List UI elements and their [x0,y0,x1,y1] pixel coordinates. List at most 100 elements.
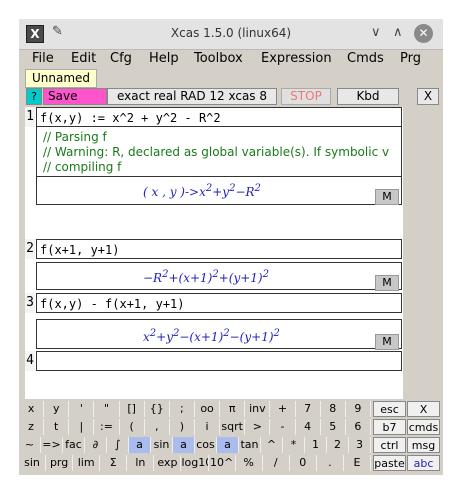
keyboard-key[interactable]: 6 [345,419,371,435]
close-window-button[interactable]: ✕ [414,24,433,43]
keyboard-key[interactable]: cos [195,437,217,453]
keyboard-side-key[interactable]: ctrl [373,437,406,453]
keyboard-key[interactable]: tan [239,437,261,453]
keyboard-key[interactable]: % [235,455,263,471]
level-input[interactable]: f(x+1, y+1) [36,239,402,259]
keyboard-key[interactable]: 3 [349,437,371,453]
help-button[interactable]: ? [26,88,42,105]
keyboard-key[interactable]: 10^ [208,455,236,471]
menu-expression[interactable]: Expression [261,51,332,66]
keyboard-key[interactable]: 4 [295,419,321,435]
keyboard-key[interactable]: ∂ [85,437,107,453]
menu-edit[interactable]: Edit [71,51,96,66]
keyboard-key[interactable]: - [270,419,296,435]
keyboard-key[interactable]: inv [245,401,271,417]
keyboard-key[interactable]: oo [195,401,221,417]
keyboard-key[interactable]: a [217,437,239,453]
formula-exponent: 2 [262,269,269,280]
keyboard-side-key[interactable]: b7 [373,419,406,435]
keyboard-key[interactable]: 7 [295,401,321,417]
keyboard-key[interactable]: sin [19,455,47,471]
keyboard-key[interactable]: ' [69,401,95,417]
save-button[interactable]: Save [43,88,107,105]
keyboard-key[interactable]: 0 [289,455,317,471]
minimize-button[interactable]: ∨ [371,24,381,42]
keyboard-key[interactable]: t [44,419,70,435]
menu-cfg[interactable]: Cfg [110,51,132,66]
formula-part: −(x+1) [179,330,224,344]
menu-prg[interactable]: Prg [400,51,421,66]
keyboard-key[interactable]: ^ [261,437,283,453]
keyboard-side-key[interactable]: cmds [407,419,440,435]
keyboard-key[interactable]: 9 [345,401,371,417]
keyboard-key[interactable]: ( [119,419,145,435]
m-button[interactable]: M [375,275,399,291]
keyboard-side-key[interactable]: paste [373,455,406,471]
keyboard-key[interactable]: 1 [305,437,327,453]
m-button[interactable]: M [375,189,399,205]
keyboard-key[interactable]: . [316,455,344,471]
keyboard-key[interactable]: exp [154,455,182,471]
keyboard-key[interactable]: x [19,401,45,417]
keyboard-key[interactable]: i [195,419,221,435]
level-number[interactable]: 2 [25,239,35,259]
formula-part: +(y+1) [218,271,263,285]
keyboard-key[interactable]: a [129,437,151,453]
keyboard-key[interactable]: ; [169,401,195,417]
keyboard-key[interactable]: ∫ [107,437,129,453]
keyboard-key[interactable]: > [245,419,271,435]
keyboard-key[interactable]: a [173,437,195,453]
menu-help[interactable]: Help [149,51,179,66]
keyboard-key[interactable]: E [343,455,371,471]
level-input-empty[interactable] [36,351,402,371]
keyboard-key[interactable]: [] [119,401,145,417]
keyboard-key[interactable]: z [19,419,45,435]
level-number[interactable]: 4 [25,351,35,371]
keyboard-key[interactable]: 5 [320,419,346,435]
keyboard-key[interactable]: + [270,401,296,417]
keyboard-key[interactable]: 2 [327,437,349,453]
level-number[interactable]: 1 [25,107,35,127]
keyboard-side-key[interactable]: X [407,401,440,417]
keyboard-key[interactable]: prg [46,455,74,471]
maximize-button[interactable]: ∧ [393,24,403,42]
m-button[interactable]: M [375,334,399,350]
keyboard-key[interactable]: := [94,419,120,435]
stop-button[interactable]: STOP [281,88,331,105]
keyboard-key[interactable]: π [220,401,246,417]
keyboard-key[interactable]: sqrt [220,419,246,435]
keyboard-key[interactable]: " [94,401,120,417]
level-output: x2+y2−(x+1)2−(y+1)2 M [36,319,402,350]
keyboard-key[interactable]: ~ [19,437,41,453]
keyboard-key[interactable]: / [262,455,290,471]
menu-cmds[interactable]: Cmds [347,51,384,66]
keyboard-key[interactable]: fac [63,437,85,453]
keyboard-key[interactable]: Σ [100,455,128,471]
keyboard-side-key[interactable]: abc [407,455,440,471]
keyboard-key[interactable]: {} [144,401,170,417]
close-session-button[interactable]: X [417,88,439,105]
keyboard-key[interactable]: sin [151,437,173,453]
menu-toolbox[interactable]: Toolbox [194,51,243,66]
keyboard-key[interactable]: log10 [181,455,209,471]
keyboard-side-key[interactable]: msg [407,437,440,453]
menu-file[interactable]: File [32,51,54,66]
keyboard-key[interactable]: , [144,419,170,435]
level-number[interactable]: 3 [25,293,35,313]
worksheet: 1 f(x,y) := x^2 + y^2 - R^2 // Parsing f… [25,107,403,407]
level-input[interactable]: f(x,y) := x^2 + y^2 - R^2 [36,107,402,127]
keyboard-side-key[interactable]: esc [373,401,406,417]
worksheet-scrollbar[interactable] [403,107,419,407]
keyboard-key[interactable]: ln [127,455,155,471]
keyboard-key[interactable]: lim [73,455,101,471]
config-status-button[interactable]: exact real RAD 12 xcas 8 [107,88,277,105]
keyboard-toggle-button[interactable]: Kbd [337,88,399,105]
keyboard-key[interactable]: | [69,419,95,435]
level-input[interactable]: f(x,y) - f(x+1, y+1) [36,293,402,313]
session-tab[interactable]: Unnamed [25,69,97,88]
keyboard-key[interactable]: ) [169,419,195,435]
keyboard-key[interactable]: * [283,437,305,453]
keyboard-key[interactable]: y [44,401,70,417]
keyboard-key[interactable]: 8 [320,401,346,417]
keyboard-key[interactable]: => [41,437,63,453]
